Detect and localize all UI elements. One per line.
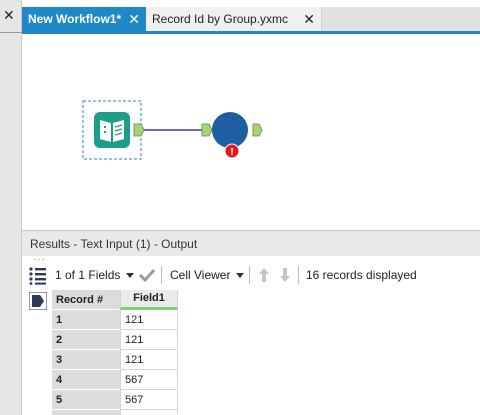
- tab-record-id-by-group[interactable]: Record Id by Group.yxmc ✕: [146, 7, 322, 31]
- record-number-cell: 2: [52, 330, 120, 350]
- text-input-tool[interactable]: [94, 112, 130, 148]
- circle-icon[interactable]: [212, 112, 248, 148]
- divider: [249, 266, 250, 284]
- left-panel-strip: ✕: [0, 0, 22, 415]
- divider: [0, 32, 22, 33]
- table-row[interactable]: 5 567: [52, 390, 178, 410]
- canvas-drawing: !: [82, 100, 263, 160]
- record-number-cell: 6: [52, 410, 120, 415]
- chevron-down-icon: [236, 272, 245, 278]
- fields-dropdown[interactable]: 1 of 1 Fields: [55, 266, 135, 284]
- results-toolbar: 1 of 1 Fields Cell Viewer 16 records dis…: [22, 262, 480, 286]
- record-number-cell: 5: [52, 390, 120, 410]
- workflow-canvas[interactable]: !: [22, 34, 480, 230]
- viewer-label: Cell Viewer: [170, 268, 231, 282]
- record-number-cell: 4: [52, 370, 120, 390]
- column-header-record[interactable]: Record #: [52, 290, 120, 310]
- tab-label: New Workflow1*: [28, 12, 122, 26]
- field1-cell[interactable]: 567: [120, 390, 178, 410]
- list-icon[interactable]: [28, 265, 48, 285]
- column-header-field1[interactable]: Field1: [120, 290, 178, 310]
- output-anchor[interactable]: [133, 123, 145, 137]
- table-row[interactable]: 2 121: [52, 330, 178, 350]
- table-row[interactable]: 69544: [52, 410, 178, 415]
- arrow-up-icon[interactable]: [258, 267, 270, 283]
- app-window: ✕ New Workflow1* ✕ Record Id by Group.yx…: [0, 0, 480, 415]
- tab-bar: New Workflow1* ✕ Record Id by Group.yxmc…: [22, 7, 480, 31]
- checkmark-icon[interactable]: [138, 267, 156, 283]
- table-row[interactable]: 3 121: [52, 350, 178, 370]
- chevron-down-icon: [126, 272, 135, 278]
- record-number-cell: 1: [52, 310, 120, 330]
- results-grid[interactable]: Record # Field1 112121213121456755676954…: [52, 290, 178, 415]
- record-number-cell: 3: [52, 350, 120, 370]
- book-icon: [94, 112, 130, 148]
- output-anchor[interactable]: [252, 123, 263, 137]
- records-count-text: 16 records displayed: [306, 268, 417, 282]
- close-icon[interactable]: ✕: [303, 12, 315, 26]
- close-icon[interactable]: ✕: [128, 12, 140, 26]
- records-count: 16 records displayed: [306, 266, 417, 284]
- input-anchor[interactable]: [201, 123, 213, 137]
- table-row[interactable]: 1 121: [52, 310, 178, 330]
- field1-cell[interactable]: 121: [120, 310, 178, 330]
- tag-icon[interactable]: [29, 292, 47, 310]
- tab-new-workflow1[interactable]: New Workflow1* ✕: [22, 7, 146, 31]
- tab-label: Record Id by Group.yxmc: [152, 12, 289, 26]
- results-title: Results - Text Input (1) - Output: [30, 236, 198, 251]
- field1-cell[interactable]: 567: [120, 370, 178, 390]
- table-row[interactable]: 4 567: [52, 370, 178, 390]
- grid-header-row: Record # Field1: [52, 290, 178, 310]
- divider: [161, 266, 162, 284]
- field1-cell[interactable]: 121: [120, 350, 178, 370]
- field1-cell[interactable]: 121: [120, 330, 178, 350]
- field1-cell[interactable]: 9544: [120, 410, 178, 415]
- cell-viewer-dropdown[interactable]: Cell Viewer: [170, 266, 245, 284]
- results-header: Results - Text Input (1) - Output: [22, 230, 480, 256]
- arrow-down-icon[interactable]: [279, 267, 291, 283]
- close-icon[interactable]: ✕: [3, 8, 15, 22]
- divider: [298, 266, 299, 284]
- error-badge-text: !: [230, 147, 233, 158]
- fields-label: 1 of 1 Fields: [55, 268, 121, 282]
